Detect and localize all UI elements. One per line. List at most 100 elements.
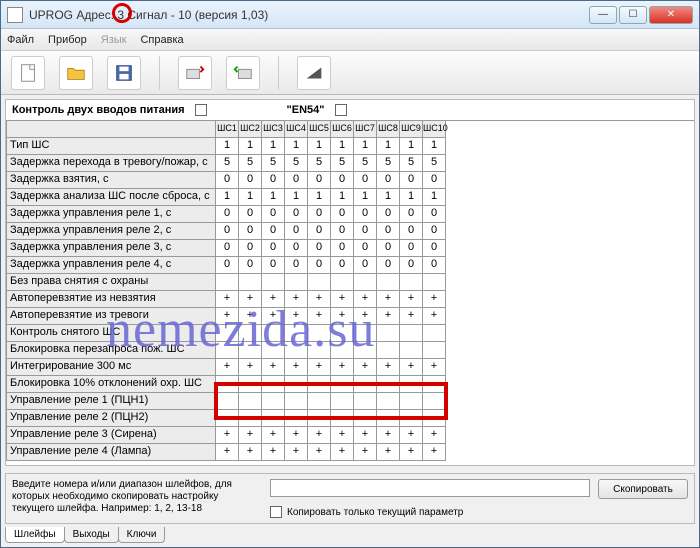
param-value-cell[interactable]: 0 [331, 206, 354, 223]
param-value-cell[interactable]: + [423, 291, 446, 308]
param-value-cell[interactable] [216, 410, 239, 427]
param-value-cell[interactable]: + [400, 427, 423, 444]
param-value-cell[interactable] [285, 274, 308, 291]
param-value-cell[interactable]: 0 [239, 206, 262, 223]
tab-loops[interactable]: Шлейфы [5, 527, 65, 543]
param-value-cell[interactable]: 0 [262, 257, 285, 274]
param-value-cell[interactable] [216, 325, 239, 342]
param-value-cell[interactable]: - [262, 376, 285, 393]
param-value-cell[interactable]: 1 [239, 138, 262, 155]
param-value-cell[interactable]: 0 [285, 257, 308, 274]
param-value-cell[interactable] [400, 393, 423, 410]
param-value-cell[interactable]: 0 [331, 172, 354, 189]
param-value-cell[interactable] [400, 410, 423, 427]
param-value-cell[interactable]: 5 [308, 155, 331, 172]
param-value-cell[interactable]: 0 [423, 223, 446, 240]
param-value-cell[interactable]: - [423, 376, 446, 393]
param-value-cell[interactable]: 5 [377, 155, 400, 172]
param-value-cell[interactable]: + [400, 444, 423, 461]
param-value-cell[interactable] [354, 325, 377, 342]
param-value-cell[interactable] [377, 342, 400, 359]
menu-help[interactable]: Справка [140, 34, 183, 46]
param-value-cell[interactable] [239, 325, 262, 342]
param-value-cell[interactable]: 0 [400, 172, 423, 189]
param-value-cell[interactable]: 0 [423, 257, 446, 274]
param-value-cell[interactable]: + [354, 308, 377, 325]
param-value-cell[interactable]: 0 [216, 206, 239, 223]
param-value-cell[interactable]: 1 [354, 189, 377, 206]
param-value-cell[interactable]: 5 [285, 155, 308, 172]
param-value-cell[interactable]: 5 [262, 155, 285, 172]
param-value-cell[interactable]: 0 [216, 240, 239, 257]
param-value-cell[interactable] [377, 393, 400, 410]
param-value-cell[interactable]: 0 [239, 223, 262, 240]
param-value-cell[interactable]: 0 [377, 172, 400, 189]
loop-range-input[interactable] [270, 479, 590, 497]
param-value-cell[interactable]: 5 [400, 155, 423, 172]
param-value-cell[interactable] [331, 393, 354, 410]
param-value-cell[interactable]: 1 [377, 138, 400, 155]
param-value-cell[interactable] [262, 393, 285, 410]
param-value-cell[interactable]: 0 [308, 172, 331, 189]
param-value-cell[interactable]: 0 [331, 240, 354, 257]
param-value-cell[interactable]: - [400, 376, 423, 393]
minimize-button[interactable]: — [589, 6, 617, 24]
maximize-button[interactable]: ☐ [619, 6, 647, 24]
param-value-cell[interactable]: + [216, 444, 239, 461]
param-value-cell[interactable] [239, 274, 262, 291]
param-value-cell[interactable]: 0 [262, 172, 285, 189]
param-value-cell[interactable]: 0 [400, 206, 423, 223]
param-value-cell[interactable]: 1 [423, 189, 446, 206]
param-value-cell[interactable]: + [285, 359, 308, 376]
param-value-cell[interactable]: 5 [423, 155, 446, 172]
param-value-cell[interactable]: 0 [262, 206, 285, 223]
param-value-cell[interactable] [354, 342, 377, 359]
tab-keys[interactable]: Ключи [118, 527, 166, 543]
param-value-cell[interactable]: 0 [331, 257, 354, 274]
param-value-cell[interactable]: + [377, 427, 400, 444]
new-file-button[interactable] [11, 56, 45, 90]
param-value-cell[interactable]: 0 [377, 257, 400, 274]
param-value-cell[interactable]: + [285, 427, 308, 444]
param-value-cell[interactable]: + [285, 291, 308, 308]
en54-checkbox[interactable] [335, 104, 347, 116]
param-value-cell[interactable]: + [262, 444, 285, 461]
param-value-cell[interactable]: - [239, 376, 262, 393]
device-action-button[interactable] [297, 56, 331, 90]
param-value-cell[interactable]: 0 [354, 172, 377, 189]
param-value-cell[interactable]: - [308, 376, 331, 393]
param-value-cell[interactable]: 5 [354, 155, 377, 172]
param-value-cell[interactable] [331, 325, 354, 342]
param-value-cell[interactable] [400, 274, 423, 291]
param-value-cell[interactable]: + [308, 444, 331, 461]
param-value-cell[interactable]: + [400, 359, 423, 376]
param-value-cell[interactable] [285, 393, 308, 410]
param-value-cell[interactable] [262, 325, 285, 342]
param-value-cell[interactable]: - [285, 376, 308, 393]
param-value-cell[interactable]: 1 [216, 189, 239, 206]
param-value-cell[interactable]: 1 [400, 189, 423, 206]
param-value-cell[interactable]: 0 [400, 223, 423, 240]
param-value-cell[interactable]: - [354, 376, 377, 393]
param-value-cell[interactable]: + [354, 444, 377, 461]
copy-button[interactable]: Скопировать [598, 479, 688, 499]
param-value-cell[interactable] [354, 410, 377, 427]
param-value-cell[interactable] [308, 274, 331, 291]
param-value-cell[interactable]: + [216, 359, 239, 376]
param-value-cell[interactable] [377, 274, 400, 291]
param-value-cell[interactable]: 0 [354, 223, 377, 240]
param-value-cell[interactable] [239, 393, 262, 410]
param-value-cell[interactable] [216, 342, 239, 359]
param-value-cell[interactable] [308, 325, 331, 342]
open-file-button[interactable] [59, 56, 93, 90]
param-value-cell[interactable]: + [308, 308, 331, 325]
close-button[interactable]: ✕ [649, 6, 693, 24]
param-value-cell[interactable]: 1 [354, 138, 377, 155]
param-value-cell[interactable] [354, 393, 377, 410]
param-value-cell[interactable]: 1 [262, 138, 285, 155]
param-value-cell[interactable]: 0 [262, 223, 285, 240]
param-value-cell[interactable] [216, 393, 239, 410]
param-value-cell[interactable]: + [239, 291, 262, 308]
param-value-cell[interactable]: + [423, 308, 446, 325]
param-value-cell[interactable]: + [377, 308, 400, 325]
